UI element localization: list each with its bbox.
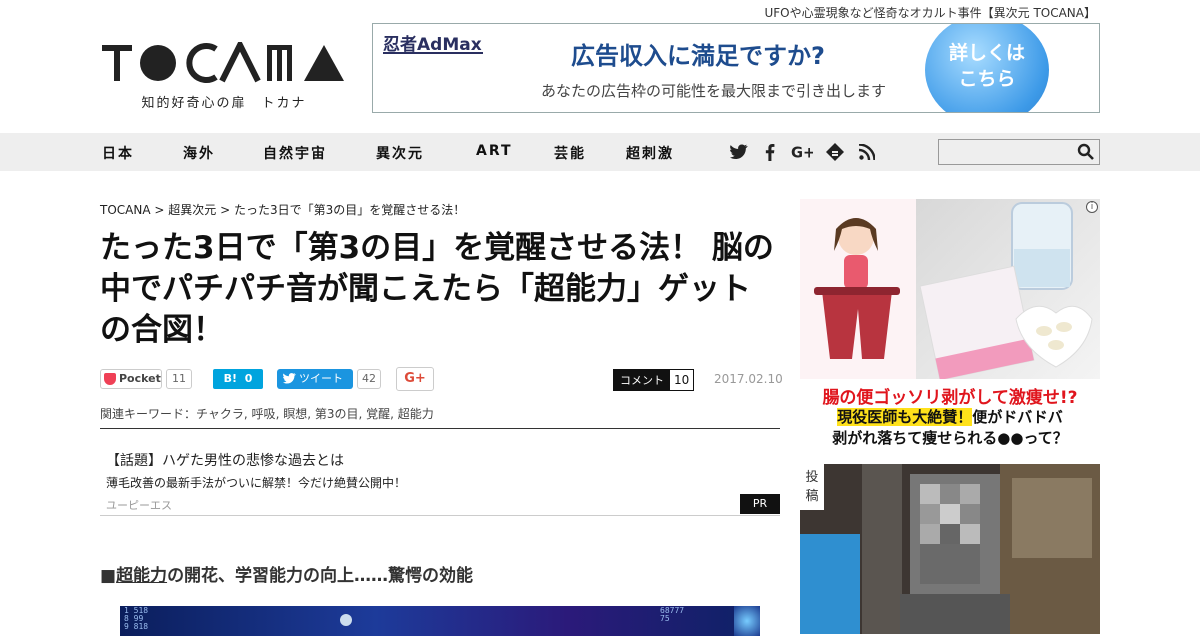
svg-text:G+: G+	[791, 145, 813, 162]
google-plus-icon[interactable]: G+	[791, 141, 813, 163]
pocket-label: Pocket	[119, 372, 161, 385]
nav-item-entertainment[interactable]: 芸能	[554, 143, 586, 163]
post-tag: 投稿	[800, 464, 824, 510]
tweet-label: ツイート	[299, 372, 343, 385]
pr-ad-title[interactable]: 【話題】ハゲた男性の悲惨な過去とは	[106, 450, 344, 470]
keyword-link[interactable]: チャクラ	[196, 407, 244, 421]
article-title: たった3日で「第3の目」を覚醒させる法！ 脳の中でパチパチ音が聞こえたら「超能力…	[100, 230, 774, 348]
pr-ad-sponsor: ユーピーエス	[106, 499, 172, 512]
search-input[interactable]	[939, 140, 1069, 164]
breadcrumb-separator: >	[216, 203, 234, 217]
related-keywords: 関連キーワード：チャクラ, 呼吸, 瞑想, 第3の目, 覚醒, 超能力	[100, 405, 780, 429]
search-box	[938, 139, 1100, 165]
banner-brand-underline	[383, 52, 483, 54]
comment-label: コメント	[620, 374, 664, 387]
banner-cta-line1: 詳しくは	[948, 42, 1025, 64]
feedly-icon[interactable]	[824, 141, 846, 163]
ad-subline: 現役医師も大絶賛！便がドバドバ	[800, 406, 1100, 427]
hatena-bookmark-button[interactable]: B! 0	[213, 369, 263, 389]
tocana-logo-icon	[102, 42, 344, 83]
top-banner-ad[interactable]: 忍者AdMax 広告収入に満足ですか? あなたの広告枠の可能性を最大限まで引き出…	[372, 23, 1100, 113]
banner-cta-line2: こちら	[958, 68, 1016, 90]
pocket-button[interactable]: Pocket	[100, 369, 162, 389]
breadcrumb-current: たった3日で「第3の目」を覚醒させる法！	[233, 203, 466, 217]
nav-item-other-dimension[interactable]: 異次元	[376, 143, 424, 163]
section-heading: ■超能力の開花、学習能力の向上……驚愕の効能	[100, 561, 473, 586]
breadcrumb-category[interactable]: 超異次元	[168, 203, 216, 217]
glowing-orb	[340, 614, 352, 626]
pocket-icon	[104, 373, 116, 385]
ad-product-photo	[916, 199, 1100, 381]
sidebar-photo-post[interactable]: 投稿	[800, 464, 1100, 634]
twitter-icon[interactable]	[728, 141, 750, 163]
section-heading-text: の開花、学習能力の向上……驚愕の効能	[167, 566, 474, 586]
search-icon[interactable]	[1077, 143, 1095, 161]
gravestone-photo	[800, 464, 1100, 634]
tweet-count: 42	[357, 369, 381, 389]
pr-ad-block[interactable]: 【話題】ハゲた男性の悲惨な過去とは 薄毛改善の最新手法がついに解禁！今だけ絶賛公…	[100, 446, 780, 516]
sidebar-ad-diet[interactable]: i 腸の便ゴッソリ剥がして激痩せ!? 現役医師も大絶賛！便がドバドバ 剥がれ落ち…	[800, 199, 1100, 449]
keywords-label: 関連キーワード：	[100, 407, 197, 421]
breadcrumb-separator: >	[150, 203, 169, 217]
ad-headline: 腸の便ゴッソリ剥がして激痩せ!?	[822, 388, 1078, 408]
nav-item-art[interactable]: ART	[476, 143, 513, 159]
publish-date: 2017.02.10	[714, 372, 783, 386]
share-bar: Pocket 11 B! 0 ツイート 42 G+ コメント 10 2017.02…	[100, 367, 783, 391]
google-plus-share-button[interactable]: G+	[396, 367, 434, 391]
ad-subline-rest: 便がドバドバ	[972, 408, 1063, 426]
banner-subtext: あなたの広告枠の可能性を最大限まで引き出します	[541, 82, 887, 100]
comment-count: 10	[670, 370, 694, 390]
ad-highlight: 現役医師も大絶賛！	[837, 408, 973, 426]
glowing-bubbles	[734, 606, 760, 636]
nav-item-japan[interactable]: 日本	[102, 143, 134, 163]
pr-badge: PR	[740, 494, 780, 514]
breadcrumb-home[interactable]: TOCANA	[100, 203, 151, 217]
keyword-link[interactable]: 超能力	[398, 407, 434, 421]
banner-headline: 広告収入に満足ですか?	[571, 42, 825, 70]
article-image: 1 518 8 99 9 818 68777 75	[120, 606, 760, 636]
keyword-link[interactable]: 覚醒	[366, 407, 390, 421]
banner-cta-button[interactable]: 詳しくは こちら	[925, 24, 1049, 112]
breadcrumb: TOCANA > 超異次元 > たった3日で「第3の目」を覚醒させる法！	[100, 201, 465, 218]
comment-button[interactable]: コメント 10	[613, 369, 695, 391]
main-nav: 日本 海外 自然宇宙 異次元 ART 芸能 超刺激 G+	[0, 133, 1200, 171]
pocket-count: 11	[166, 369, 192, 389]
hatena-label: B!	[223, 372, 238, 385]
nav-item-super-stimulus[interactable]: 超刺激	[626, 143, 674, 163]
pr-ad-description: 薄毛改善の最新手法がついに解禁！今だけ絶賛公開中！	[106, 476, 407, 490]
tweet-bird-icon	[283, 373, 296, 384]
section-keyword-link[interactable]: 超能力	[116, 566, 167, 586]
keyword-link[interactable]: 第3の目	[315, 407, 359, 421]
keyword-link[interactable]: 瞑想	[283, 407, 307, 421]
ad-info-icon[interactable]: i	[1086, 201, 1098, 213]
tweet-button[interactable]: ツイート	[277, 369, 353, 389]
ad-tagline: 剥がれ落ちて痩せられる●●って？	[832, 429, 1068, 447]
section-bullet: ■	[100, 566, 117, 586]
hatena-count: 0	[244, 372, 253, 385]
ad-image: i	[800, 199, 1100, 381]
ad-illustration-woman	[800, 199, 916, 379]
facebook-icon[interactable]	[759, 141, 781, 163]
site-tagline: UFOや心霊現象など怪奇なオカルト事件【異次元 TOCANA】	[764, 6, 1097, 20]
logo-subtitle: 知的好奇心の扉 トカナ	[141, 96, 307, 111]
keyword-link[interactable]: 呼吸	[252, 407, 276, 421]
site-logo[interactable]: 知的好奇心の扉 トカナ	[102, 42, 346, 111]
rss-icon[interactable]	[856, 141, 878, 163]
nav-item-overseas[interactable]: 海外	[183, 143, 215, 163]
nav-item-nature-space[interactable]: 自然宇宙	[263, 143, 327, 163]
